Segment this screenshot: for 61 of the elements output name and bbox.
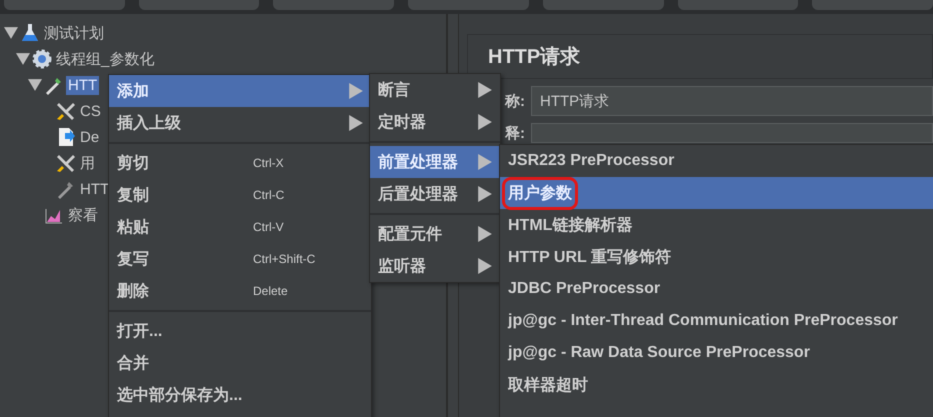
toolbar-button[interactable] [4, 0, 125, 10]
tree-item[interactable]: HTT [66, 76, 100, 94]
menu-item[interactable]: 添加 [109, 75, 371, 107]
tree-item[interactable]: 察看 [66, 204, 100, 226]
toolbar-button[interactable] [812, 0, 933, 10]
tools-icon [56, 101, 76, 121]
menu-item[interactable]: JSR223 PreProcessor [500, 145, 933, 177]
expand-triangle-icon[interactable] [16, 52, 30, 66]
toolbar-button[interactable] [542, 0, 664, 10]
menu-item[interactable]: 用户参数 [500, 177, 933, 209]
menu-item[interactable]: HTML链接解析器 [500, 209, 933, 241]
tree-item[interactable]: 用 [78, 152, 97, 174]
gear-icon [32, 49, 52, 69]
menu-item[interactable]: 插入上级 [109, 107, 371, 139]
submenu-arrow-icon [349, 115, 363, 131]
menu-item[interactable]: 粘贴 Ctrl-V [109, 211, 371, 243]
menu-item[interactable]: 复写 Ctrl+Shift-C [109, 243, 371, 275]
field-label: 释: [505, 124, 525, 142]
submenu-arrow-icon [478, 226, 492, 242]
panel-title: HTTP请求 [467, 34, 933, 79]
toolbar-button[interactable] [273, 0, 394, 10]
tree-item[interactable]: 线程组_参数化 [54, 48, 156, 70]
menu-item[interactable]: 定时器 [370, 106, 500, 138]
menu-item[interactable]: 删除 Delete [109, 275, 371, 307]
submenu-arrow-icon [478, 82, 492, 98]
pipette-icon [56, 179, 76, 199]
tree-item[interactable]: HTT [78, 180, 112, 198]
menu-item[interactable]: 取样器超时 [500, 369, 933, 401]
menu-item[interactable]: 监听器 [370, 250, 500, 282]
toolbar-button[interactable] [408, 0, 529, 10]
tree-item[interactable]: 测试计划 [42, 22, 106, 44]
menu-item[interactable]: 配置元件 [370, 218, 500, 250]
tools-icon [56, 153, 76, 173]
menu-item[interactable]: 剪切 Ctrl-X [109, 147, 371, 179]
expand-triangle-icon[interactable] [28, 78, 42, 92]
document-icon [56, 127, 76, 147]
menu-item[interactable]: 后置处理器 [370, 178, 500, 210]
menu-item[interactable]: jp@gc - Raw Data Source PreProcessor [500, 337, 933, 369]
name-field[interactable]: HTTP请求 [531, 86, 933, 116]
field-label: 称: [505, 92, 525, 110]
tree-item[interactable]: De [78, 128, 102, 146]
menu-item[interactable]: 复制 Ctrl-C [109, 179, 371, 211]
submenu-arrow-icon [349, 83, 363, 99]
menu-item[interactable]: 前置处理器 [370, 146, 500, 178]
menu-item[interactable]: HTTP URL 重写修饰符 [500, 241, 933, 273]
menu-item[interactable]: 选中部分保存为... [109, 379, 371, 411]
toolbar-button[interactable] [678, 0, 798, 10]
flask-icon [20, 23, 40, 43]
menu-item[interactable]: 打开... [109, 315, 371, 347]
pipette-icon [44, 75, 64, 95]
menu-item[interactable]: jp@gc - Inter-Thread Communication PreProcessor [500, 305, 933, 337]
expand-triangle-icon[interactable] [4, 26, 18, 40]
tree-item[interactable]: CS [78, 102, 103, 120]
toolbar-button[interactable] [138, 0, 260, 10]
submenu-arrow-icon [478, 186, 492, 202]
submenu-arrow-icon [478, 154, 492, 170]
submenu-arrow-icon [478, 114, 492, 130]
menu-item[interactable]: JDBC PreProcessor [500, 273, 933, 305]
submenu-arrow-icon [478, 258, 492, 274]
comment-field[interactable] [531, 123, 933, 143]
menu-item[interactable]: 合并 [109, 347, 371, 379]
